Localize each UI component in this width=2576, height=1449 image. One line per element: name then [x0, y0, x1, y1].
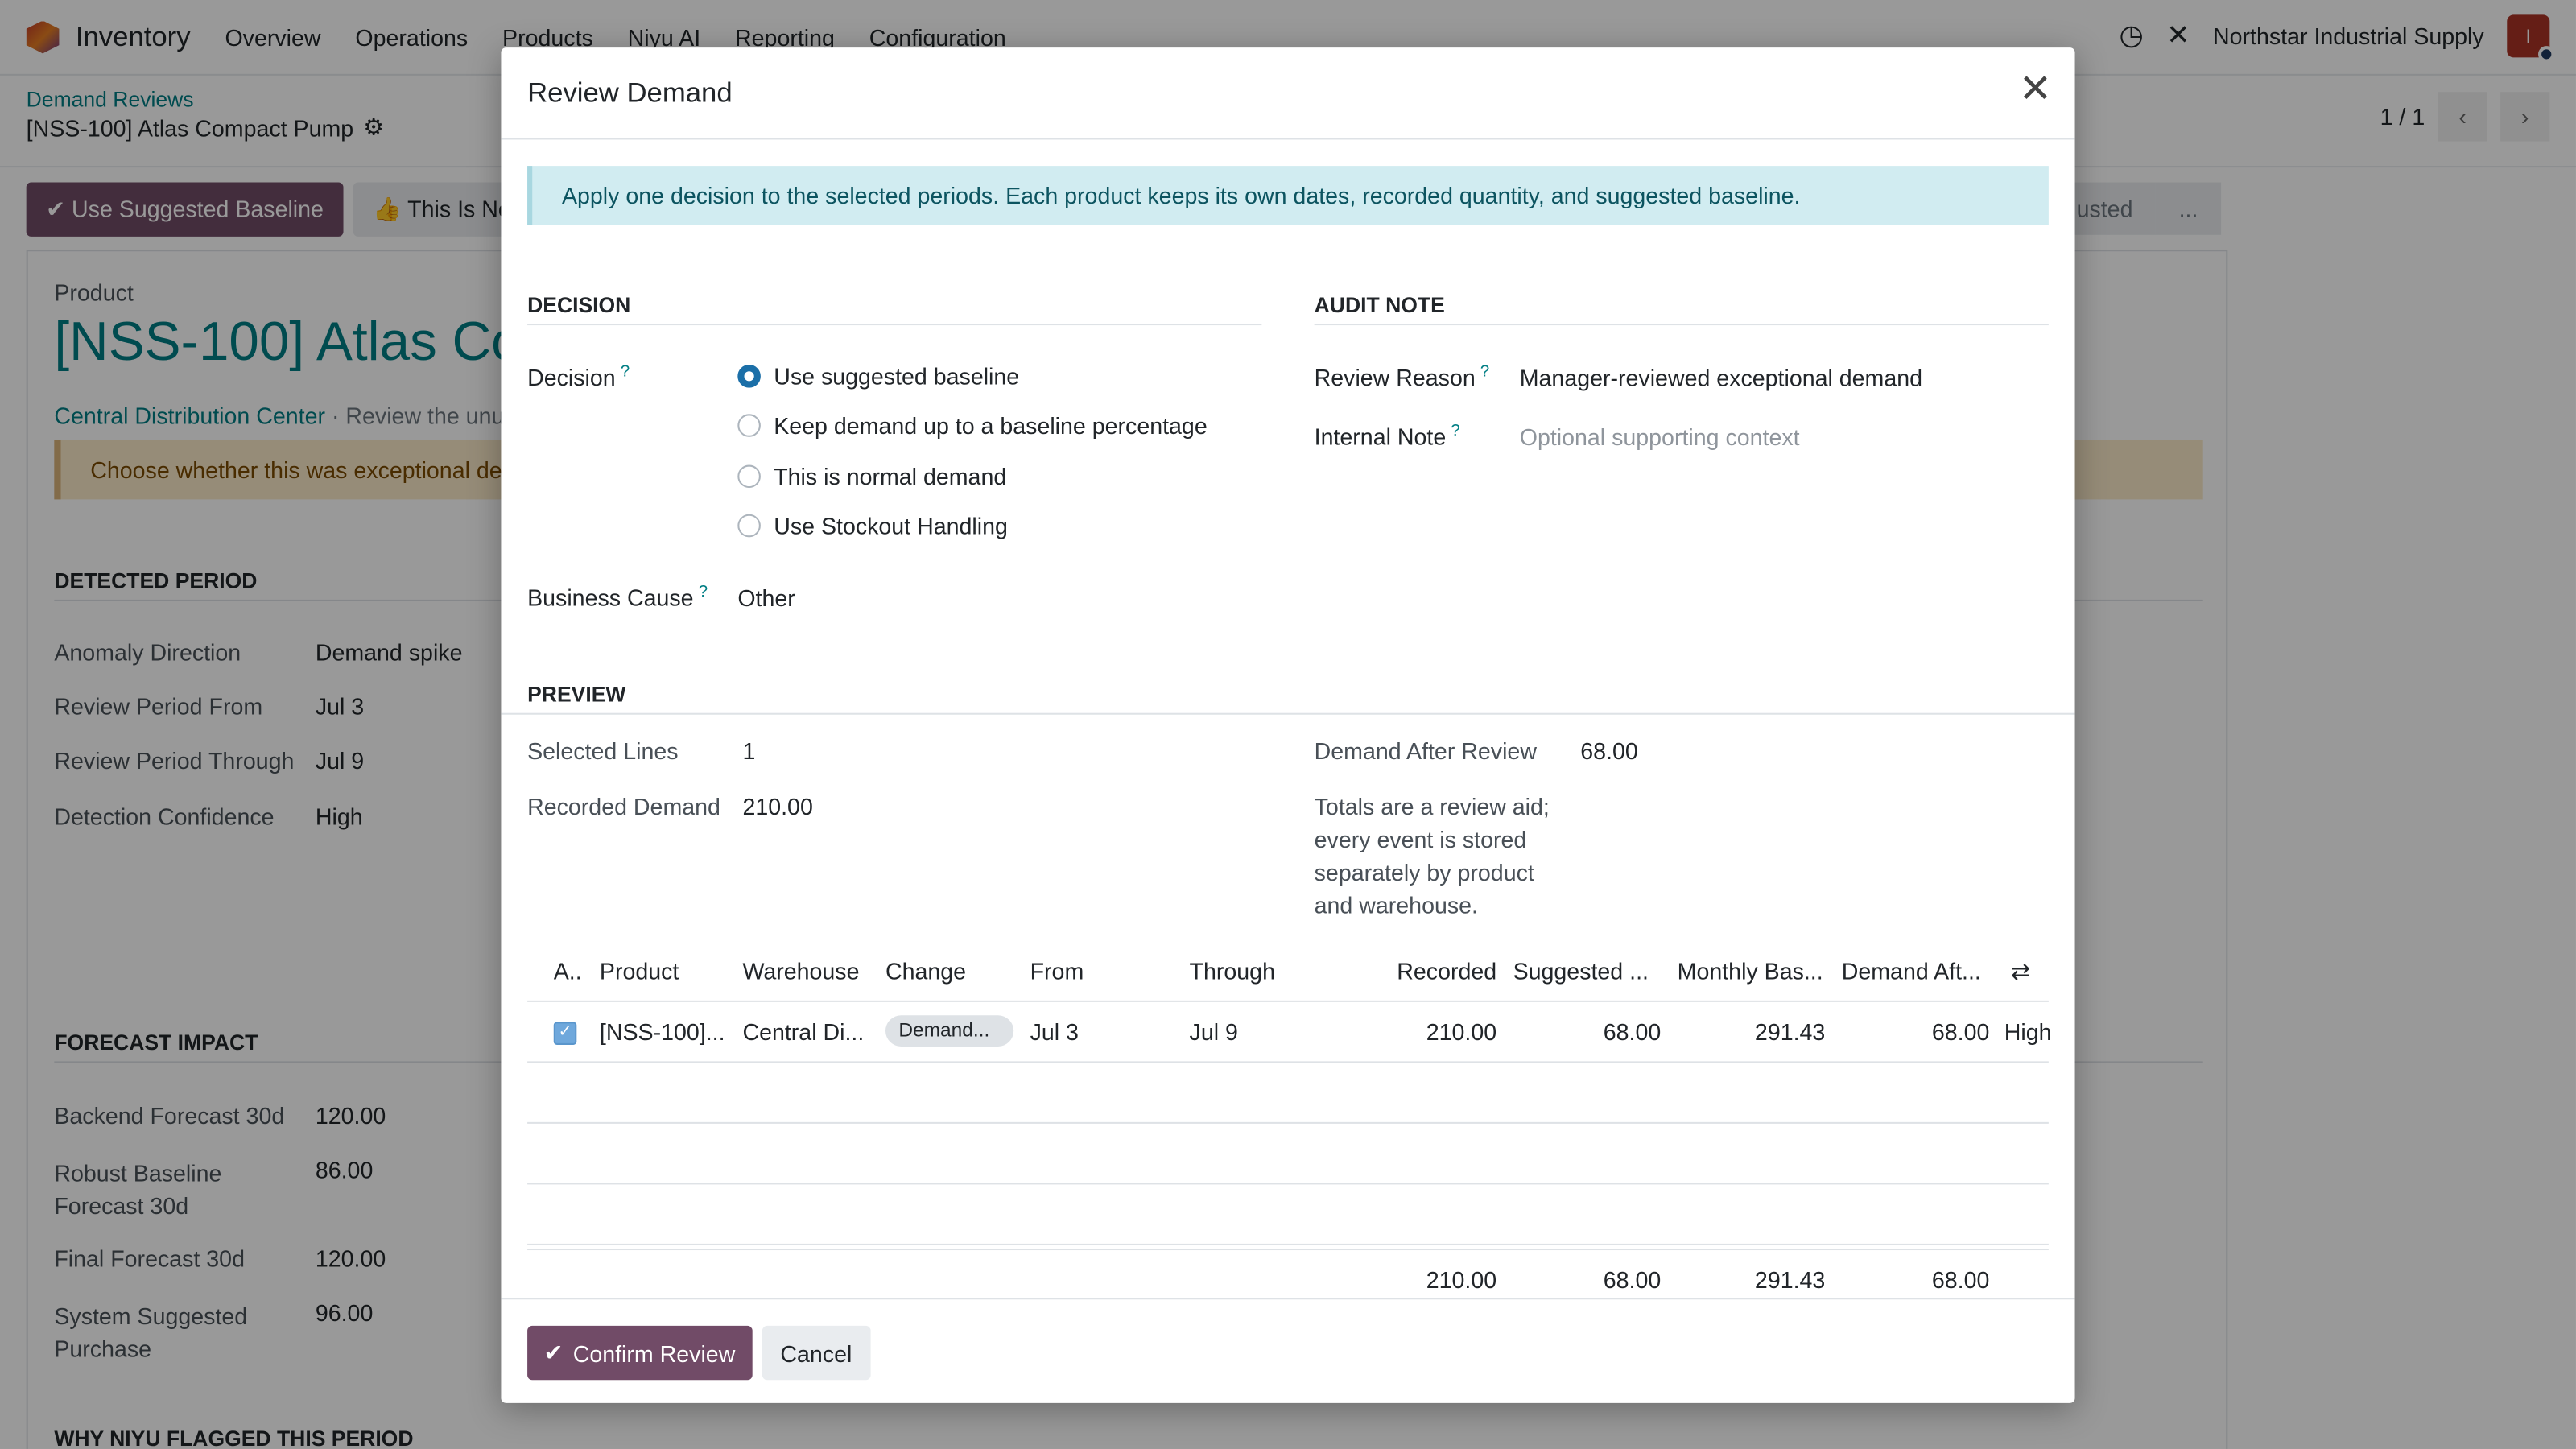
modal-title: Review Demand — [527, 76, 733, 109]
internal-note-label-text: Internal Note — [1314, 423, 1447, 450]
column-header-suggested[interactable]: Suggested ... — [1513, 958, 1662, 985]
internal-note-input[interactable]: Optional supporting context — [1520, 424, 1800, 451]
table-row-empty — [527, 1063, 2049, 1124]
recorded-demand-label: Recorded Demand — [527, 793, 720, 820]
decision-option-normal-demand[interactable]: This is normal demand — [737, 463, 1007, 490]
recorded-demand-value: 210.00 — [742, 793, 813, 820]
cell-demand-after: 68.00 — [1931, 1018, 1990, 1045]
preview-note: Totals are a review aid; every event is … — [1314, 793, 1550, 919]
audit-note-section-title: AUDIT NOTE — [1314, 292, 2049, 326]
business-cause-label-text: Business Cause — [527, 584, 694, 611]
business-cause-label: Business Cause? — [527, 583, 708, 610]
table-row[interactable]: ✓ [NSS-100]... Central Di... Demand... J… — [527, 1002, 2052, 1063]
review-reason-input[interactable]: Manager-reviewed exceptional demand — [1520, 365, 1922, 391]
radio-label: This is normal demand — [774, 463, 1007, 490]
confirm-review-button[interactable]: ✔ Confirm Review — [527, 1325, 752, 1381]
decision-option-stockout[interactable]: Use Stockout Handling — [737, 513, 1008, 539]
cell-through: Jul 9 — [1189, 1018, 1238, 1045]
modal-header: Review Demand ✕ — [501, 47, 2075, 140]
confirm-review-label: Confirm Review — [572, 1340, 736, 1366]
column-header-warehouse[interactable]: Warehouse — [742, 958, 873, 985]
column-header-apply[interactable]: A.. — [554, 958, 587, 985]
close-icon[interactable]: ✕ — [2019, 70, 2052, 110]
total-suggested: 68.00 — [1603, 1266, 1662, 1294]
radio-label: Keep demand up to a baseline percentage — [774, 412, 1208, 439]
help-icon[interactable]: ? — [1480, 363, 1489, 381]
cell-recorded: 210.00 — [1426, 1018, 1497, 1045]
cell-confidence: High — [2004, 1018, 2052, 1045]
demand-after-review-value: 68.00 — [1580, 737, 1638, 764]
decision-option-keep-percentage[interactable]: Keep demand up to a baseline percentage — [737, 412, 1208, 439]
selected-lines-label: Selected Lines — [527, 737, 679, 764]
cell-product: [NSS-100]... — [599, 1018, 725, 1045]
row-checkbox[interactable]: ✓ — [553, 1022, 577, 1045]
column-header-recorded[interactable]: Recorded — [1365, 958, 1496, 985]
app-root: Inventory Overview Operations Products N… — [0, 0, 2576, 1449]
modal-footer: ✔ Confirm Review Cancel — [501, 1298, 2075, 1403]
radio-checked-icon[interactable] — [737, 365, 761, 388]
internal-note-label: Internal Note? — [1315, 422, 1460, 449]
table-row-empty — [527, 1124, 2049, 1185]
radio-icon[interactable] — [737, 464, 761, 489]
help-icon[interactable]: ? — [1451, 422, 1459, 440]
optional-columns-icon[interactable]: ⇄ — [2011, 958, 2044, 986]
total-monthly-baseline: 291.43 — [1754, 1266, 1826, 1294]
table-header: A.. Product Warehouse Change From Throug… — [527, 943, 2049, 1002]
column-header-monthly-baseline[interactable]: Monthly Bas... — [1678, 958, 1826, 985]
radio-label: Use Stockout Handling — [774, 512, 1008, 539]
cancel-button[interactable]: Cancel — [762, 1325, 870, 1381]
selected-lines-value: 1 — [742, 737, 756, 764]
column-header-from[interactable]: From — [1030, 958, 1162, 985]
total-demand-after: 68.00 — [1931, 1266, 1990, 1294]
decision-option-use-suggested[interactable]: Use suggested baseline — [737, 363, 1019, 390]
radio-icon[interactable] — [737, 414, 761, 437]
column-header-product[interactable]: Product — [600, 958, 731, 985]
radio-label: Use suggested baseline — [774, 363, 1020, 390]
decision-label: Decision? — [527, 363, 630, 390]
review-demand-dialog: Review Demand ✕ Apply one decision to th… — [501, 47, 2075, 1403]
cell-warehouse: Central Di... — [742, 1018, 865, 1045]
help-icon[interactable]: ? — [699, 583, 708, 601]
cell-monthly-baseline: 291.43 — [1754, 1018, 1826, 1045]
decision-label-text: Decision — [527, 364, 616, 391]
review-reason-label-text: Review Reason — [1314, 364, 1476, 391]
change-badge: Demand... — [885, 1015, 1014, 1046]
column-header-through[interactable]: Through — [1190, 958, 1321, 985]
help-icon[interactable]: ? — [621, 363, 630, 381]
column-header-change[interactable]: Change — [886, 958, 1017, 985]
table-row-empty — [527, 1184, 2049, 1245]
check-icon: ✔ — [543, 1339, 564, 1365]
info-alert: Apply one decision to the selected perio… — [527, 166, 2049, 225]
decision-section-title: DECISION — [527, 292, 1262, 326]
total-recorded: 210.00 — [1426, 1266, 1497, 1294]
review-reason-label: Review Reason? — [1315, 363, 1490, 390]
cell-from: Jul 3 — [1030, 1018, 1079, 1045]
preview-section-title: PREVIEW — [501, 682, 2075, 715]
demand-after-review-label: Demand After Review — [1314, 737, 1537, 764]
radio-icon[interactable] — [737, 514, 761, 538]
cell-suggested: 68.00 — [1603, 1018, 1662, 1045]
business-cause-select[interactable]: Other — [737, 585, 795, 612]
column-header-demand-after[interactable]: Demand Aft... — [1842, 958, 1990, 985]
